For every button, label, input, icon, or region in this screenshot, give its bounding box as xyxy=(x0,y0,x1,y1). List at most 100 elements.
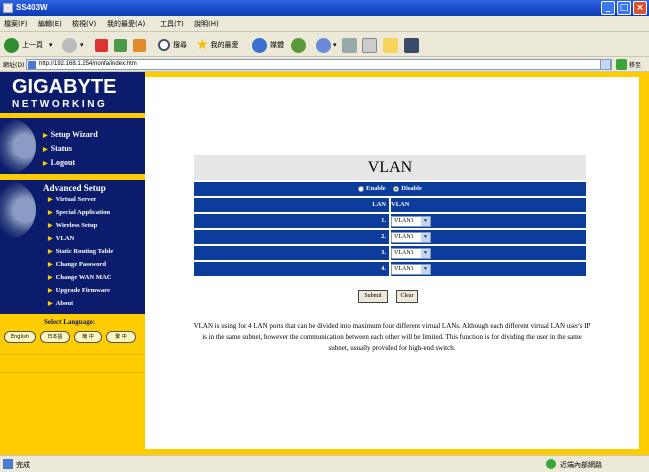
vlan-select-1[interactable]: VLAN1 ▼ xyxy=(391,216,431,227)
main-nav: ▶ Setup Wizard ▶ Status ▶ Logout xyxy=(0,118,145,174)
vlan-select-3[interactable]: VLAN1 ▼ xyxy=(391,248,431,259)
home-button[interactable] xyxy=(133,36,146,54)
stop-button[interactable] xyxy=(95,36,108,54)
vlan-header-row: LAN VLAN xyxy=(194,196,586,212)
forward-button[interactable]: ▾ xyxy=(62,36,84,54)
arrow-icon: ▶ xyxy=(48,275,53,281)
forward-dropdown-icon[interactable]: ▾ xyxy=(80,41,84,49)
main-content: VLAN Enable Disable LAN VLAN 1. VLAN1 ▼ 2… xyxy=(145,72,639,455)
media-button[interactable]: 媒體 xyxy=(252,36,284,54)
vlan-table: VLAN Enable Disable LAN VLAN 1. VLAN1 ▼ 2… xyxy=(194,155,586,276)
mail-icon xyxy=(316,37,331,53)
star-icon: ★ xyxy=(196,37,209,53)
page-icon xyxy=(28,61,36,69)
nav-change-password[interactable]: ▶ Change Password xyxy=(48,261,106,268)
vlan-select-4[interactable]: VLAN1 ▼ xyxy=(391,264,431,275)
address-dropdown-icon[interactable] xyxy=(600,59,611,70)
globe-image xyxy=(0,118,36,174)
maximize-button[interactable]: □ xyxy=(617,1,631,15)
menu-tools[interactable]: 工具(T) xyxy=(160,19,184,29)
arrow-icon: ▶ xyxy=(48,288,53,294)
nav-upgrade-firmware[interactable]: ▶ Upgrade Firmware xyxy=(48,287,110,294)
col-vlan-header: VLAN xyxy=(391,201,410,208)
refresh-button[interactable] xyxy=(114,36,127,54)
nav-change-wan-mac[interactable]: ▶ Change WAN MAC xyxy=(48,274,112,281)
forward-arrow-icon xyxy=(62,37,77,53)
arrow-icon: ▶ xyxy=(48,236,53,242)
disable-radio[interactable] xyxy=(393,185,400,192)
nav-status[interactable]: ▶ Status xyxy=(43,144,72,153)
lang-english-button[interactable]: English xyxy=(4,331,36,343)
vlan-select-2[interactable]: VLAN1 ▼ xyxy=(391,232,431,243)
vlan-description: VLAN is using for 4 LAN ports that can b… xyxy=(193,322,591,352)
nav-virtual-server[interactable]: ▶ Virtual Server xyxy=(48,196,96,203)
home-icon xyxy=(133,38,146,52)
arrow-icon: ▶ xyxy=(48,223,53,229)
go-button[interactable]: 移至 xyxy=(629,60,641,69)
search-icon xyxy=(158,39,170,51)
messenger-button[interactable] xyxy=(404,36,419,54)
history-icon xyxy=(291,37,306,53)
discuss-button[interactable] xyxy=(383,36,398,54)
close-button[interactable]: × xyxy=(633,1,647,15)
chevron-down-icon: ▼ xyxy=(421,265,430,274)
print-icon xyxy=(342,37,357,53)
chevron-down-icon: ▼ xyxy=(421,217,430,226)
go-arrow-icon[interactable] xyxy=(616,59,627,70)
nav-special-application[interactable]: ▶ Special Application xyxy=(48,209,110,216)
nav-vlan[interactable]: ▶ VLAN xyxy=(48,235,74,242)
status-bar: 完成 近端內部網路 xyxy=(0,455,649,472)
lang-simplified-chinese-button[interactable]: 簡 中 xyxy=(74,331,102,343)
arrow-icon: ▶ xyxy=(43,161,48,167)
globe-image xyxy=(0,180,36,240)
disable-option[interactable]: Disable xyxy=(393,185,422,192)
done-page-icon xyxy=(3,459,13,469)
messenger-icon xyxy=(404,37,419,53)
enable-option[interactable]: Enable xyxy=(358,185,386,192)
back-button[interactable]: 上一頁 ▾ xyxy=(4,36,53,54)
advanced-nav: Advanced Setup ▶ Virtual Server ▶ Special … xyxy=(0,180,145,314)
sidebar: GIGABYTE NETWORKING ▶ Setup Wizard ▶ Statu… xyxy=(0,72,145,455)
col-lan-header: LAN xyxy=(372,201,386,208)
menu-bar: 檔案(F) 編輯(E) 檢視(V) 我的最愛(A) 工具(T) 說明(H) xyxy=(0,16,649,47)
network-zone-icon xyxy=(546,459,556,469)
menu-view[interactable]: 檢視(V) xyxy=(72,19,96,29)
submit-button[interactable]: Submit xyxy=(358,290,388,303)
lang-traditional-chinese-button[interactable]: 繁 中 xyxy=(106,331,136,343)
menu-edit[interactable]: 編輯(E) xyxy=(38,19,62,29)
address-input[interactable]: http://192.168.1.254/nonfa/index.htm xyxy=(26,59,612,70)
chevron-down-icon: ▼ xyxy=(421,233,430,242)
media-icon xyxy=(252,37,267,53)
arrow-icon: ▶ xyxy=(43,133,48,139)
advanced-setup-heading: Advanced Setup xyxy=(43,183,106,193)
vlan-row: 3. VLAN1 ▼ xyxy=(194,244,586,260)
menu-favorites[interactable]: 我的最愛(A) xyxy=(107,19,145,29)
enable-radio[interactable] xyxy=(358,185,365,192)
lang-japanese-button[interactable]: 日本語 xyxy=(40,331,70,343)
edit-button[interactable] xyxy=(362,36,377,54)
history-button[interactable] xyxy=(291,36,306,54)
window-title: SS403W xyxy=(16,3,48,12)
back-dropdown-icon[interactable]: ▾ xyxy=(49,41,53,49)
menu-help[interactable]: 說明(H) xyxy=(194,19,219,29)
nav-wireless-setup[interactable]: ▶ Wireless Setup xyxy=(48,222,97,229)
title-bar: SS403W _ □ × xyxy=(0,0,649,16)
gigabyte-logo: GIGABYTE NETWORKING xyxy=(0,72,145,116)
nav-about[interactable]: ▶ About xyxy=(48,300,73,307)
arrow-icon: ▶ xyxy=(48,301,53,307)
menu-file[interactable]: 檔案(F) xyxy=(4,19,28,29)
nav-logout[interactable]: ▶ Logout xyxy=(43,158,75,167)
mail-button[interactable]: ▾ xyxy=(316,36,337,54)
toolbar: 上一頁 ▾ ▾ 搜尋 ★ 我的最愛 媒體 ▾ xyxy=(0,33,649,57)
brand-name: GIGABYTE xyxy=(12,76,117,98)
address-bar: 網址(D) http://192.168.1.254/nonfa/index.h… xyxy=(0,57,649,72)
clear-button[interactable]: Clear xyxy=(396,290,418,303)
nav-static-routing-table[interactable]: ▶ Static Routing Table xyxy=(48,248,113,255)
refresh-icon xyxy=(114,38,127,52)
search-button[interactable]: 搜尋 xyxy=(158,36,187,54)
favorites-button[interactable]: ★ 我的最愛 xyxy=(196,36,239,54)
nav-setup-wizard[interactable]: ▶ Setup Wizard xyxy=(43,130,98,139)
minimize-button[interactable]: _ xyxy=(601,1,615,15)
lan-port-label: 3. xyxy=(381,249,386,256)
print-button[interactable] xyxy=(342,36,357,54)
